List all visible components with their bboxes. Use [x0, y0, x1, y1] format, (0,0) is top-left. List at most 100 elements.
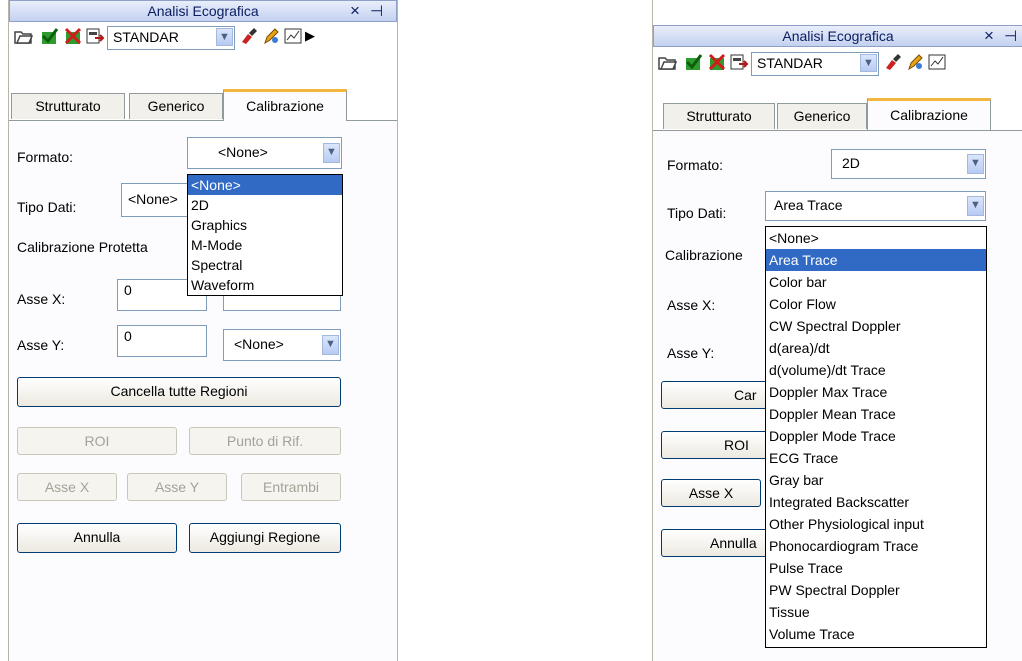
chevron-down-icon[interactable]: ▼ — [322, 335, 339, 355]
dropdown-option[interactable]: Gray bar — [766, 469, 986, 491]
tipo-dati-dropdown-list: <None> Area Trace Color bar Color Flow C… — [765, 226, 987, 648]
dropdown-option[interactable]: CW Spectral Doppler — [766, 315, 986, 337]
panel-title: Analisi Ecografica — [147, 3, 259, 19]
aggiungi-regione-button[interactable]: Aggiungi Regione — [189, 523, 341, 553]
dropdown-option[interactable]: Phonocardiogram Trace — [766, 535, 986, 557]
asse-y-label: Asse Y: — [17, 337, 65, 353]
cancella-tutte-regioni-button[interactable]: Cancella tutte Regioni — [17, 377, 341, 407]
formato-dropdown-list: <None> 2D Graphics M-Mode Spectral Wavef… — [187, 174, 343, 296]
check-save-icon[interactable] — [39, 26, 59, 46]
brush-icon[interactable] — [883, 52, 903, 72]
annulla-button-label: Annulla — [710, 535, 757, 551]
formato-label: Formato: — [667, 157, 724, 173]
chevron-down-icon[interactable]: ▼ — [216, 28, 233, 46]
tab-calibrazione[interactable]: Calibrazione — [867, 98, 991, 130]
tab-strutturato[interactable]: Strutturato — [11, 93, 125, 119]
dropdown-option[interactable]: Area Trace — [766, 249, 986, 271]
dropdown-option[interactable]: Color bar — [766, 271, 986, 293]
dropdown-option[interactable]: <None> — [766, 227, 986, 249]
dropdown-option[interactable]: Doppler Max Trace — [766, 381, 986, 403]
title-bar: Analisi Ecografica × ⊣ — [9, 0, 397, 22]
asse-y-unit-select[interactable]: <None> ▼ — [223, 329, 341, 361]
tab-strutturato[interactable]: Strutturato — [663, 103, 775, 129]
roi-button-label: ROI — [724, 437, 749, 453]
export-icon[interactable] — [85, 26, 105, 46]
dropdown-option[interactable]: Doppler Mean Trace — [766, 403, 986, 425]
panel-title: Analisi Ecografica — [782, 28, 894, 44]
cancella-button-label: Car — [734, 387, 757, 403]
tipo-dati-value: <None> — [128, 191, 178, 207]
dropdown-option[interactable]: Waveform — [188, 275, 342, 295]
formato-value: <None> — [218, 144, 268, 160]
calibrazione-protetta-label: Calibrazione Protetta — [17, 239, 148, 255]
dropdown-option[interactable]: M-Mode — [188, 235, 342, 255]
asse-x-label: Asse X: — [667, 297, 716, 313]
pin-icon[interactable]: ⊣ — [370, 2, 383, 20]
preset-value: STANDAR — [757, 55, 823, 71]
formato-select[interactable]: 2D ▼ — [831, 149, 986, 179]
asse-y-label: Asse Y: — [667, 345, 715, 361]
tipo-dati-value: Area Trace — [774, 197, 843, 213]
dropdown-option[interactable]: Doppler Mode Trace — [766, 425, 986, 447]
chart-icon[interactable] — [927, 52, 947, 72]
dropdown-option[interactable]: Volume Trace — [766, 623, 986, 645]
delete-icon[interactable] — [63, 26, 83, 46]
right-panel: Analisi Ecografica × ⊣ STANDAR ▼ Struttu… — [652, 0, 1022, 661]
tab-calibrazione[interactable]: Calibrazione — [223, 89, 347, 121]
punto-di-rif-button[interactable]: Punto di Rif. — [189, 427, 341, 455]
asse-x-button[interactable]: Asse X — [661, 479, 761, 507]
dropdown-option[interactable]: PW Spectral Doppler — [766, 579, 986, 601]
dropdown-option[interactable]: Spectral — [188, 255, 342, 275]
dropdown-option[interactable]: Other Physiological input — [766, 513, 986, 535]
dropdown-option[interactable]: Integrated Backscatter — [766, 491, 986, 513]
dropdown-option[interactable]: ECG Trace — [766, 447, 986, 469]
dropdown-option[interactable]: <None> — [188, 175, 342, 195]
tab-generico[interactable]: Generico — [777, 103, 867, 129]
pen-icon[interactable] — [261, 26, 281, 46]
pin-icon[interactable]: ⊣ — [1004, 27, 1017, 45]
dropdown-option[interactable]: Color Flow — [766, 293, 986, 315]
annulla-button[interactable]: Annulla — [17, 523, 177, 553]
chevron-down-icon[interactable]: ▼ — [860, 54, 877, 72]
asse-y-value: 0 — [124, 328, 132, 344]
asse-y-input[interactable]: 0 — [117, 325, 207, 357]
chevron-down-icon[interactable]: ▼ — [967, 196, 984, 216]
pen-icon[interactable] — [905, 52, 925, 72]
tab-generico[interactable]: Generico — [129, 93, 223, 119]
asse-x-label: Asse X: — [17, 291, 66, 307]
close-icon[interactable]: × — [350, 1, 360, 21]
tipo-dati-label: Tipo Dati: — [17, 199, 77, 215]
folder-open-icon[interactable] — [13, 26, 34, 46]
chevron-down-icon[interactable]: ▼ — [967, 154, 984, 174]
more-arrow-icon[interactable]: ▶ — [303, 26, 317, 46]
left-panel: Analisi Ecografica × ⊣ STANDAR ▼ ▶ Strut… — [8, 0, 398, 661]
preset-value: STANDAR — [113, 29, 179, 45]
preset-select[interactable]: STANDAR ▼ — [107, 26, 235, 50]
asse-x-value: 0 — [124, 282, 132, 298]
delete-icon[interactable] — [707, 52, 727, 72]
asse-y-button[interactable]: Asse Y — [127, 473, 227, 501]
formato-label: Formato: — [17, 149, 74, 165]
folder-open-icon[interactable] — [657, 52, 678, 72]
check-save-icon[interactable] — [683, 52, 703, 72]
dropdown-option[interactable]: Pulse Trace — [766, 557, 986, 579]
dropdown-option[interactable]: Graphics — [188, 215, 342, 235]
dropdown-option[interactable]: d(volume)/dt Trace — [766, 359, 986, 381]
asse-x-button[interactable]: Asse X — [17, 473, 117, 501]
chart-icon[interactable] — [283, 26, 303, 46]
formato-select[interactable]: <None> ▼ — [187, 137, 342, 169]
asse-x-button-label: Asse X — [688, 485, 734, 501]
export-icon[interactable] — [729, 52, 749, 72]
chevron-down-icon[interactable]: ▼ — [323, 143, 340, 163]
formato-value: 2D — [842, 155, 860, 171]
preset-select[interactable]: STANDAR ▼ — [751, 52, 879, 76]
brush-icon[interactable] — [239, 26, 259, 46]
dropdown-option[interactable]: Tissue — [766, 601, 986, 623]
dropdown-option[interactable]: d(area)/dt — [766, 337, 986, 359]
dropdown-option[interactable]: 2D — [188, 195, 342, 215]
close-icon[interactable]: × — [984, 26, 994, 46]
tipo-dati-select[interactable]: Area Trace ▼ — [765, 191, 986, 221]
tipo-dati-label: Tipo Dati: — [667, 205, 727, 221]
entrambi-button[interactable]: Entrambi — [241, 473, 341, 501]
roi-button[interactable]: ROI — [17, 427, 177, 455]
